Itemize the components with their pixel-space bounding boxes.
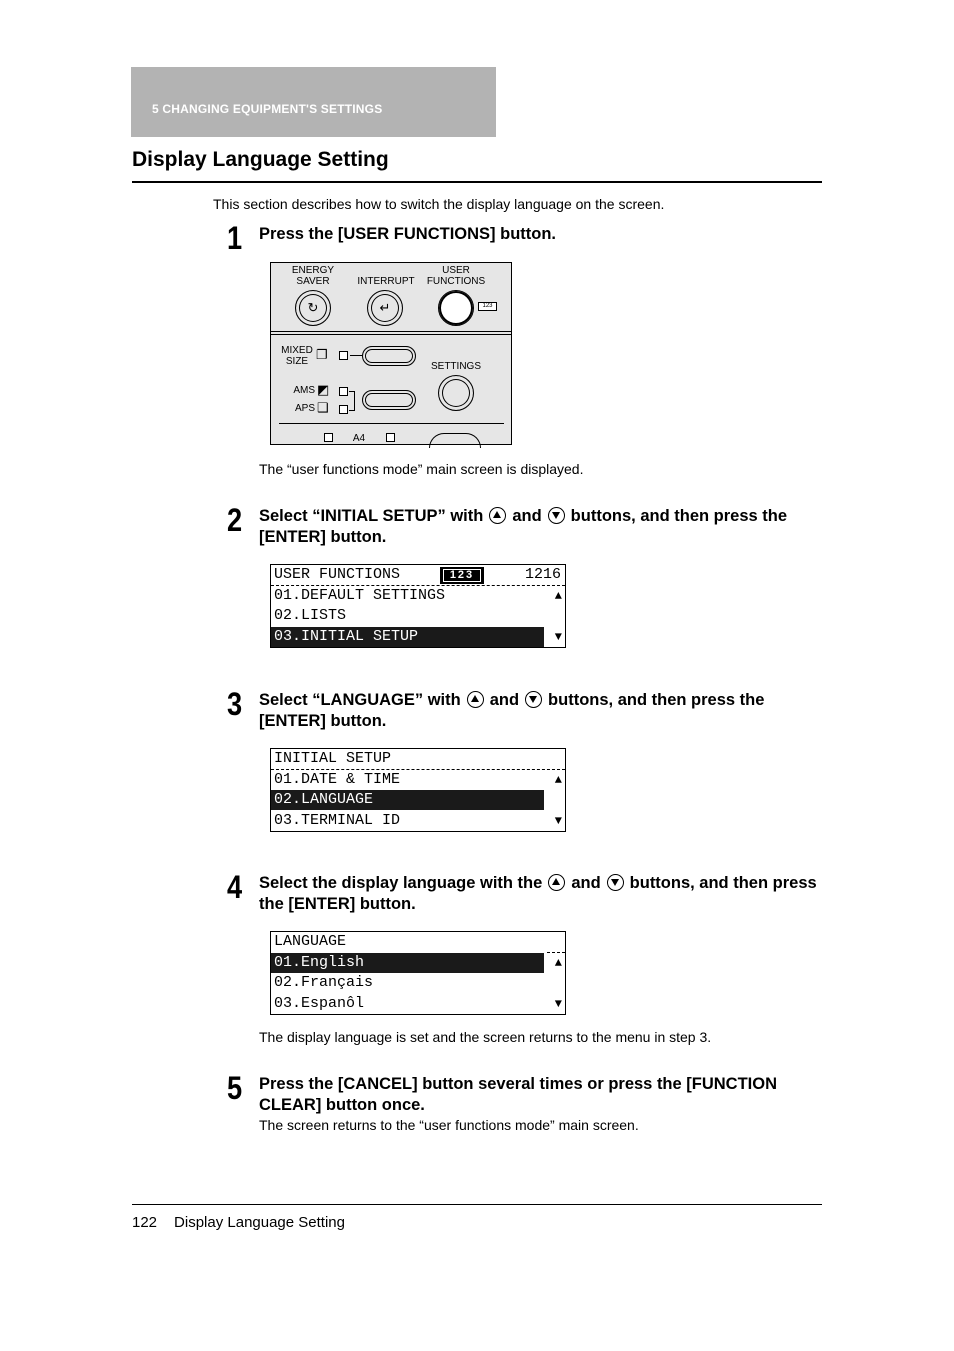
scroll-up-icon: ▲ bbox=[554, 773, 562, 787]
step-number-3: 3 bbox=[227, 686, 243, 722]
counter-indicator: 123 bbox=[478, 302, 497, 311]
scroll-down-icon: ▼ bbox=[554, 814, 562, 828]
lcd-menu-item-selected[interactable]: 03.INITIAL SETUP bbox=[271, 627, 544, 647]
connector-bracket bbox=[349, 391, 355, 411]
step-4-text: Select the display language with the and b… bbox=[259, 873, 824, 915]
lcd-menu-item[interactable]: 01.DEFAULT SETTINGS bbox=[271, 586, 445, 606]
footer-section-title: Display Language Setting bbox=[174, 1214, 345, 1231]
aps-label: APS bbox=[294, 403, 315, 414]
ams-indicator bbox=[339, 387, 348, 396]
mixed-size-icon: ❐ bbox=[316, 347, 328, 362]
lcd-menu-item[interactable]: 02.LISTS bbox=[271, 606, 346, 626]
down-arrow-button-icon bbox=[525, 691, 543, 708]
control-panel-illustration: ENERGY SAVER INTERRUPT USER FUNCTIONS ↻ … bbox=[270, 262, 512, 448]
step-1-note: The “user functions mode” main screen is… bbox=[259, 461, 584, 477]
up-arrow-button-icon bbox=[466, 691, 484, 708]
step-number-1: 1 bbox=[227, 220, 243, 256]
lcd-header: LANGUAGE bbox=[271, 932, 568, 952]
page-footer: 122 Display Language Setting bbox=[132, 1214, 345, 1231]
mixed-size-indicator bbox=[339, 351, 348, 360]
user-functions-button[interactable] bbox=[438, 290, 474, 326]
title-divider bbox=[132, 181, 822, 183]
ams-label: AMS bbox=[293, 385, 315, 396]
mixed-size-label: MIXED SIZE bbox=[281, 345, 313, 367]
up-arrow-button-icon bbox=[548, 874, 566, 891]
down-arrow-button-icon bbox=[606, 874, 624, 891]
size-indicator-right bbox=[386, 433, 395, 442]
energy-saver-label: ENERGY SAVER bbox=[291, 265, 335, 287]
step-text-part: Select the display language with the bbox=[259, 874, 543, 892]
step-text-part: and bbox=[571, 874, 601, 892]
scroll-down-icon: ▼ bbox=[554, 630, 562, 644]
page-number: 122 bbox=[132, 1214, 158, 1231]
step-number-4: 4 bbox=[227, 869, 243, 905]
lcd-title: LANGUAGE bbox=[274, 933, 347, 950]
step-3-text: Select “LANGUAGE” with and buttons, and th… bbox=[259, 690, 824, 732]
lcd-menu-item-selected[interactable]: 02.LANGUAGE bbox=[271, 790, 544, 810]
step-number-5: 5 bbox=[227, 1070, 243, 1106]
step-text-part: and bbox=[489, 691, 520, 709]
step-5-text: Press the [CANCEL] button several times … bbox=[259, 1075, 778, 1114]
step-2-text: Select “INITIAL SETUP” with and buttons, a… bbox=[259, 506, 824, 548]
paper-size-label: A4 bbox=[352, 433, 366, 444]
scroll-up-icon: ▲ bbox=[554, 589, 562, 603]
size-indicator-left bbox=[324, 433, 333, 442]
step-number-2: 2 bbox=[227, 502, 243, 538]
lcd-title: USER FUNCTIONS bbox=[274, 566, 401, 583]
lcd-menu-item[interactable]: 02.Français bbox=[271, 973, 373, 993]
lcd-menu-item-selected[interactable]: 01.English bbox=[271, 953, 544, 973]
step-4-note: The display language is set and the scre… bbox=[259, 1029, 712, 1045]
lcd-header: INITIAL SETUP bbox=[271, 749, 565, 770]
chapter-label: 5 CHANGING EQUIPMENT'S SETTINGS bbox=[152, 102, 383, 116]
ams-icon: ◩ bbox=[317, 382, 330, 397]
ams-aps-button[interactable] bbox=[362, 390, 416, 410]
down-arrow-button-icon bbox=[547, 507, 565, 524]
lcd-menu-item[interactable]: 01.DATE & TIME bbox=[271, 770, 400, 790]
page-title: Display Language Setting bbox=[132, 148, 389, 171]
chapter-header: 5 CHANGING EQUIPMENT'S SETTINGS bbox=[131, 67, 496, 137]
step-5-note: The screen returns to the “user function… bbox=[259, 1117, 639, 1133]
scroll-down-icon: ▼ bbox=[554, 997, 562, 1011]
aps-icon: ❑ bbox=[317, 400, 329, 415]
settings-label: SETTINGS bbox=[430, 361, 481, 372]
lcd-count: 1216 bbox=[524, 566, 561, 583]
lcd-title: INITIAL SETUP bbox=[274, 750, 392, 767]
lcd-screen-user-functions: USER FUNCTIONS 123 1216 01.DEFAULT SETTI… bbox=[270, 564, 566, 648]
settings-button[interactable] bbox=[438, 375, 474, 411]
panel-divider bbox=[279, 423, 504, 424]
lcd-screen-language: LANGUAGE 01.English 02.Français 03.Espan… bbox=[270, 931, 566, 1015]
mixed-size-button[interactable] bbox=[362, 346, 416, 366]
aps-indicator bbox=[339, 405, 348, 414]
manual-page: 5 CHANGING EQUIPMENT'S SETTINGS Display … bbox=[0, 0, 954, 1351]
dial-icon bbox=[429, 433, 481, 448]
lcd-header: USER FUNCTIONS bbox=[271, 565, 565, 586]
interrupt-label: INTERRUPT bbox=[357, 276, 415, 287]
counter-badge: 123 bbox=[440, 567, 484, 584]
scroll-up-icon: ▲ bbox=[554, 956, 562, 970]
lcd-screen-initial-setup: INITIAL SETUP 01.DATE & TIME 02.LANGUAGE… bbox=[270, 748, 566, 832]
lcd-menu-item[interactable]: 03.Espanôl bbox=[271, 994, 364, 1014]
up-arrow-button-icon bbox=[489, 507, 507, 524]
energy-saver-button[interactable]: ↻ bbox=[295, 290, 331, 326]
lcd-menu-item[interactable]: 03.TERMINAL ID bbox=[271, 811, 400, 831]
user-functions-label: USER FUNCTIONS bbox=[426, 265, 486, 287]
step-text-part: Select “LANGUAGE” with bbox=[259, 691, 461, 709]
interrupt-button[interactable]: ↵ bbox=[367, 290, 403, 326]
panel-divider bbox=[271, 334, 511, 335]
step-1-text: Press the [USER FUNCTIONS] button. bbox=[259, 225, 557, 243]
intro-text: This section describes how to switch the… bbox=[213, 196, 665, 212]
panel-divider bbox=[271, 331, 511, 332]
step-text-part: and bbox=[512, 507, 542, 525]
badge-text: 123 bbox=[443, 569, 481, 582]
step-text-part: Select “INITIAL SETUP” with bbox=[259, 507, 484, 525]
footer-divider bbox=[132, 1204, 822, 1205]
connector-line bbox=[350, 355, 362, 356]
